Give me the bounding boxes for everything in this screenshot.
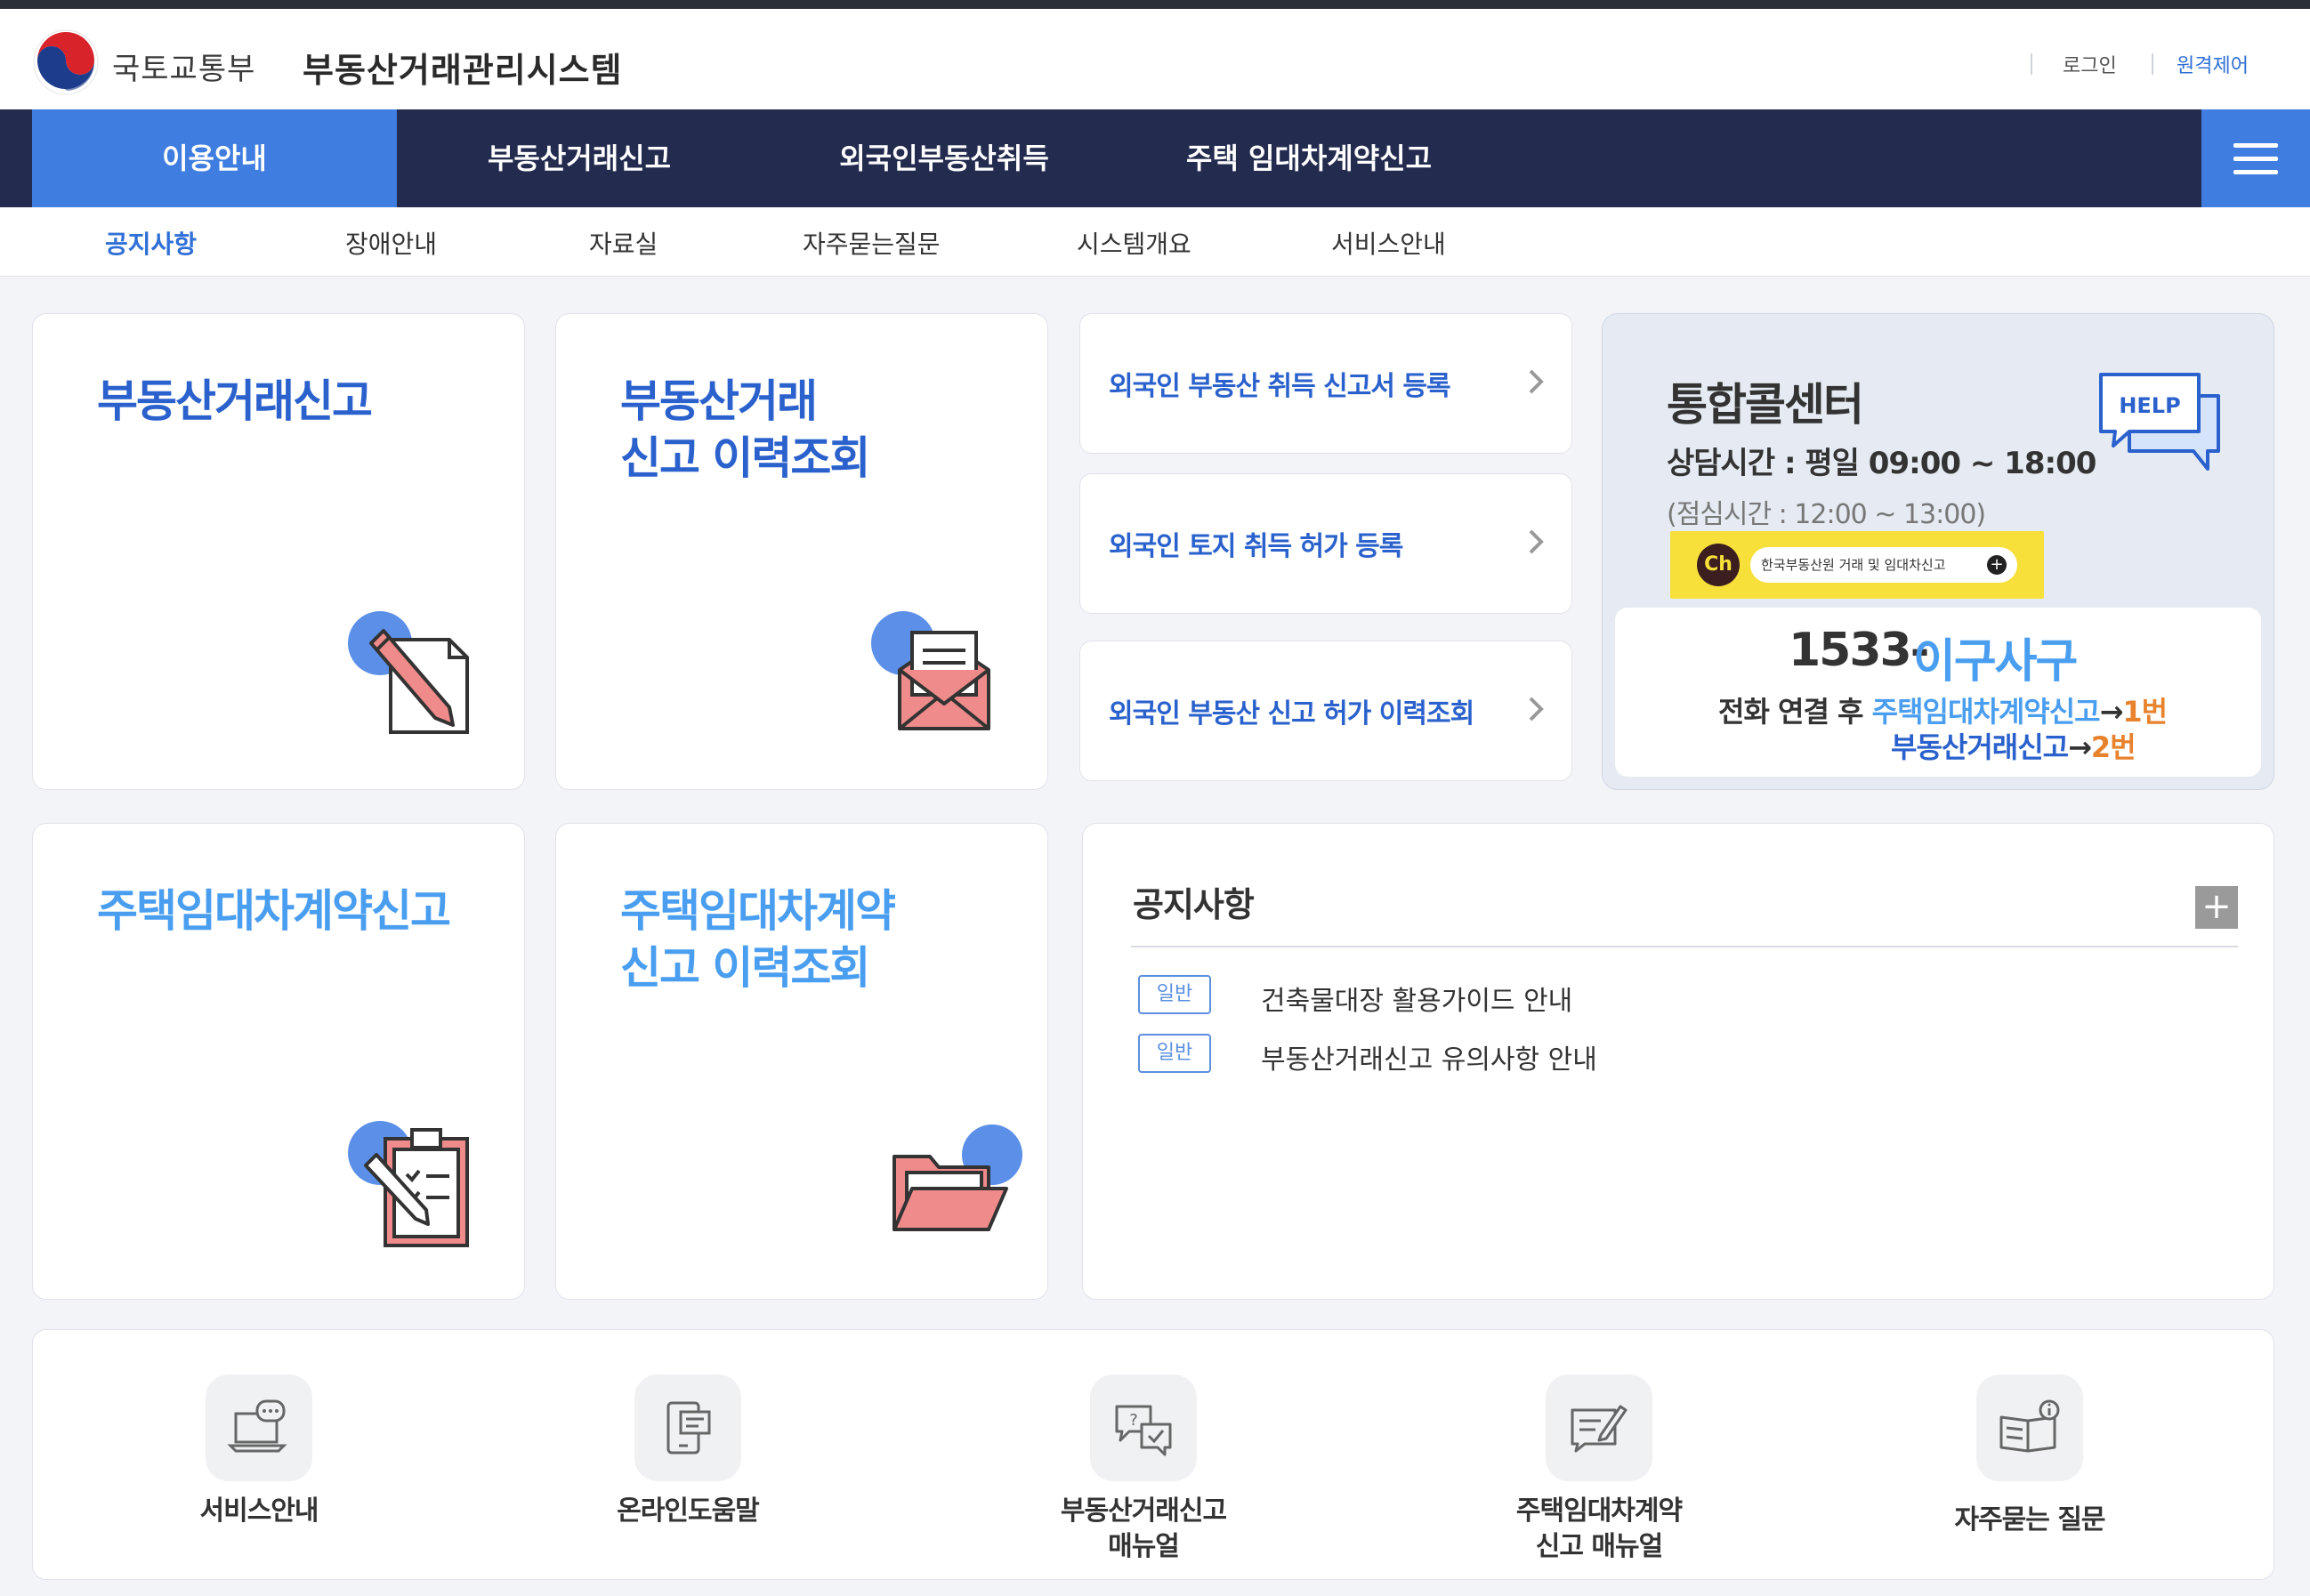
login-link[interactable]: 로그인 (2063, 50, 2117, 78)
question-chat-icon: ? (1090, 1374, 1197, 1481)
instruction-prefix: 전화 연결 후 (1718, 695, 1872, 729)
remote-control-link[interactable]: 원격제어 (2177, 50, 2249, 78)
kakao-channel-label: 한국부동산원 거래 및 임대차신고 + (1750, 547, 2017, 583)
quick-label-line2: 신고 매뉴얼 (1535, 1531, 1663, 1562)
svg-text:?: ? (1129, 1411, 1138, 1430)
kakao-label-text: 한국부동산원 거래 및 임대차신고 (1761, 557, 1946, 573)
ministry-name: 국토교통부 (112, 52, 256, 87)
card-title-line2: 신고 이력조회 (620, 942, 870, 994)
card-report-history[interactable]: 부동산거래 신고 이력조회 (555, 313, 1048, 790)
quick-online-help[interactable]: 온라인도움말 (554, 1330, 821, 1581)
card-title: 주택임대차계약신고 (97, 885, 451, 937)
quick-links: 서비스안내 온라인도움말 ? 부동산거래신고 매뉴얼 주택임대차계약 신고 매뉴… (32, 1329, 2274, 1580)
instruction-transaction-service: 부동산거래신고 (1891, 730, 2069, 764)
subnav-item-outage[interactable]: 장애안내 (345, 225, 437, 261)
foreign-acquisition-register-link[interactable]: 외국인 부동산 취득 신고서 등록 (1079, 313, 1572, 454)
divider (2152, 53, 2153, 75)
subnav-item-service[interactable]: 서비스안내 (1331, 225, 1446, 261)
system-title[interactable]: 부동산거래관리시스템 (303, 43, 623, 92)
open-folder-icon (892, 1124, 1022, 1231)
nav-item-guide[interactable]: 이용안내 (32, 109, 397, 207)
divider (2031, 53, 2032, 75)
sub-nav: 공지사항 장애안내 자료실 자주묻는질문 시스템개요 서비스안내 (0, 207, 2310, 277)
card-title-line1: 주택임대차계약 (620, 885, 896, 937)
note-edit-icon (1546, 1374, 1652, 1481)
document-pencil-icon (348, 611, 469, 734)
arrow-text: → (2068, 730, 2092, 764)
link-label: 외국인 부동산 신고 허가 이력조회 (1109, 698, 1474, 729)
call-center-title: 통합콜센터 (1667, 379, 1864, 431)
clipboard-checklist-icon (348, 1121, 469, 1247)
envelope-icon (871, 611, 990, 730)
menu-icon (2233, 143, 2278, 148)
foreign-land-permit-link[interactable]: 외국인 토지 취득 허가 등록 (1079, 473, 1572, 614)
foreign-permit-history-link[interactable]: 외국인 부동산 신고 허가 이력조회 (1079, 641, 1572, 781)
chevron-right-icon (1529, 369, 1544, 394)
info-book-icon (1976, 1374, 2083, 1481)
notice-tag: 일반 (1138, 975, 1211, 1014)
menu-icon-bar (2233, 157, 2278, 161)
quick-faq[interactable]: 자주묻는 질문 (1896, 1330, 2163, 1581)
government-logo-icon[interactable] (32, 28, 100, 96)
link-label: 외국인 부동산 취득 신고서 등록 (1109, 371, 1451, 402)
link-label: 외국인 토지 취득 허가 등록 (1109, 531, 1403, 562)
card-transaction-report[interactable]: 부동산거래신고 (32, 313, 525, 790)
main-nav: 이용안내 부동산거래신고 외국인부동산취득 주택 임대차계약신고 (0, 109, 2310, 207)
subnav-item-faq[interactable]: 자주묻는질문 (803, 225, 941, 261)
site-header: 국토교통부 부동산거래관리시스템 로그인 원격제어 (0, 9, 2310, 109)
quick-label: 온라인도움말 (617, 1495, 760, 1527)
divider (1131, 946, 2238, 947)
menu-button[interactable] (2201, 109, 2310, 207)
notice-link[interactable]: 부동산거래신고 유의사항 안내 (1261, 1037, 1597, 1076)
card-title: 부동산거래신고 (97, 375, 373, 427)
nav-item-lease-report[interactable]: 주택 임대차계약신고 (1127, 109, 1491, 207)
top-border (0, 0, 2310, 9)
card-lease-report[interactable]: 주택임대차계약신고 (32, 823, 525, 1300)
phone-instruction-line2: 부동산거래신고→2번 (1891, 725, 2136, 766)
phone-prefix: 1533- (1789, 624, 1929, 677)
notice-more-button[interactable]: + (2195, 886, 2238, 929)
quick-label-line1: 부동산거래신고 (1060, 1495, 1227, 1527)
nav-item-transaction-report[interactable]: 부동산거래신고 (397, 109, 762, 207)
call-center-lunch: (점심시간 : 12:00 ~ 13:00) (1667, 499, 1986, 530)
call-center-hours: 상담시간 : 평일 09:00 ~ 18:00 (1667, 446, 2096, 481)
quick-label-line2: 매뉴얼 (1108, 1531, 1180, 1562)
quick-label: 서비스안내 (199, 1495, 319, 1527)
kakao-channel-button[interactable]: Ch 한국부동산원 거래 및 임대차신고 + (1670, 531, 2044, 599)
arrow-text: → (2099, 695, 2124, 729)
menu-icon-bar (2233, 170, 2278, 174)
instruction-lease-service: 주택임대차계약신고 (1871, 695, 2101, 729)
quick-label: 자주묻는 질문 (1954, 1504, 2105, 1536)
phone-word: 이구사구 (1913, 635, 2078, 689)
quick-service-guide[interactable]: 서비스안내 (125, 1330, 392, 1581)
instruction-number-2: 2번 (2090, 730, 2136, 764)
kakao-channel-icon: Ch (1697, 544, 1740, 586)
plus-icon: + (1987, 555, 2007, 575)
subnav-item-library[interactable]: 자료실 (589, 225, 658, 261)
notice-link[interactable]: 건축물대장 활용가이드 안내 (1261, 979, 1572, 1018)
help-speech-bubble-icon: HELP (2099, 373, 2220, 471)
help-badge-text: HELP (2119, 393, 2180, 418)
instruction-number-1: 1번 (2122, 695, 2168, 729)
chevron-right-icon (1529, 529, 1544, 554)
laptop-chat-icon (206, 1374, 312, 1481)
card-title-line1: 부동산거래 (620, 375, 818, 427)
subnav-item-overview[interactable]: 시스템개요 (1077, 225, 1191, 261)
chevron-right-icon (1529, 697, 1544, 721)
call-center-panel: 통합콜센터 상담시간 : 평일 09:00 ~ 18:00 (점심시간 : 12… (1602, 313, 2274, 790)
notice-title: 공지사항 (1133, 885, 1255, 924)
notice-tag: 일반 (1138, 1034, 1211, 1073)
phone-box: 1533- 이구사구 전화 연결 후 주택임대차계약신고→1번 부동산거래신고→… (1615, 608, 2261, 777)
card-lease-history[interactable]: 주택임대차계약 신고 이력조회 (555, 823, 1048, 1300)
quick-lease-manual[interactable]: 주택임대차계약 신고 매뉴얼 (1466, 1330, 1732, 1581)
notice-panel: 공지사항 + 일반 건축물대장 활용가이드 안내 일반 부동산거래신고 유의사항… (1082, 823, 2274, 1300)
subnav-item-notice[interactable]: 공지사항 (105, 225, 197, 261)
card-title-line2: 신고 이력조회 (620, 432, 870, 484)
nav-item-foreign-acquisition[interactable]: 외국인부동산취득 (762, 109, 1127, 207)
quick-transaction-manual[interactable]: ? 부동산거래신고 매뉴얼 (1010, 1330, 1277, 1581)
mobile-help-icon (634, 1374, 741, 1481)
quick-label-line1: 주택임대차계약 (1515, 1495, 1683, 1527)
